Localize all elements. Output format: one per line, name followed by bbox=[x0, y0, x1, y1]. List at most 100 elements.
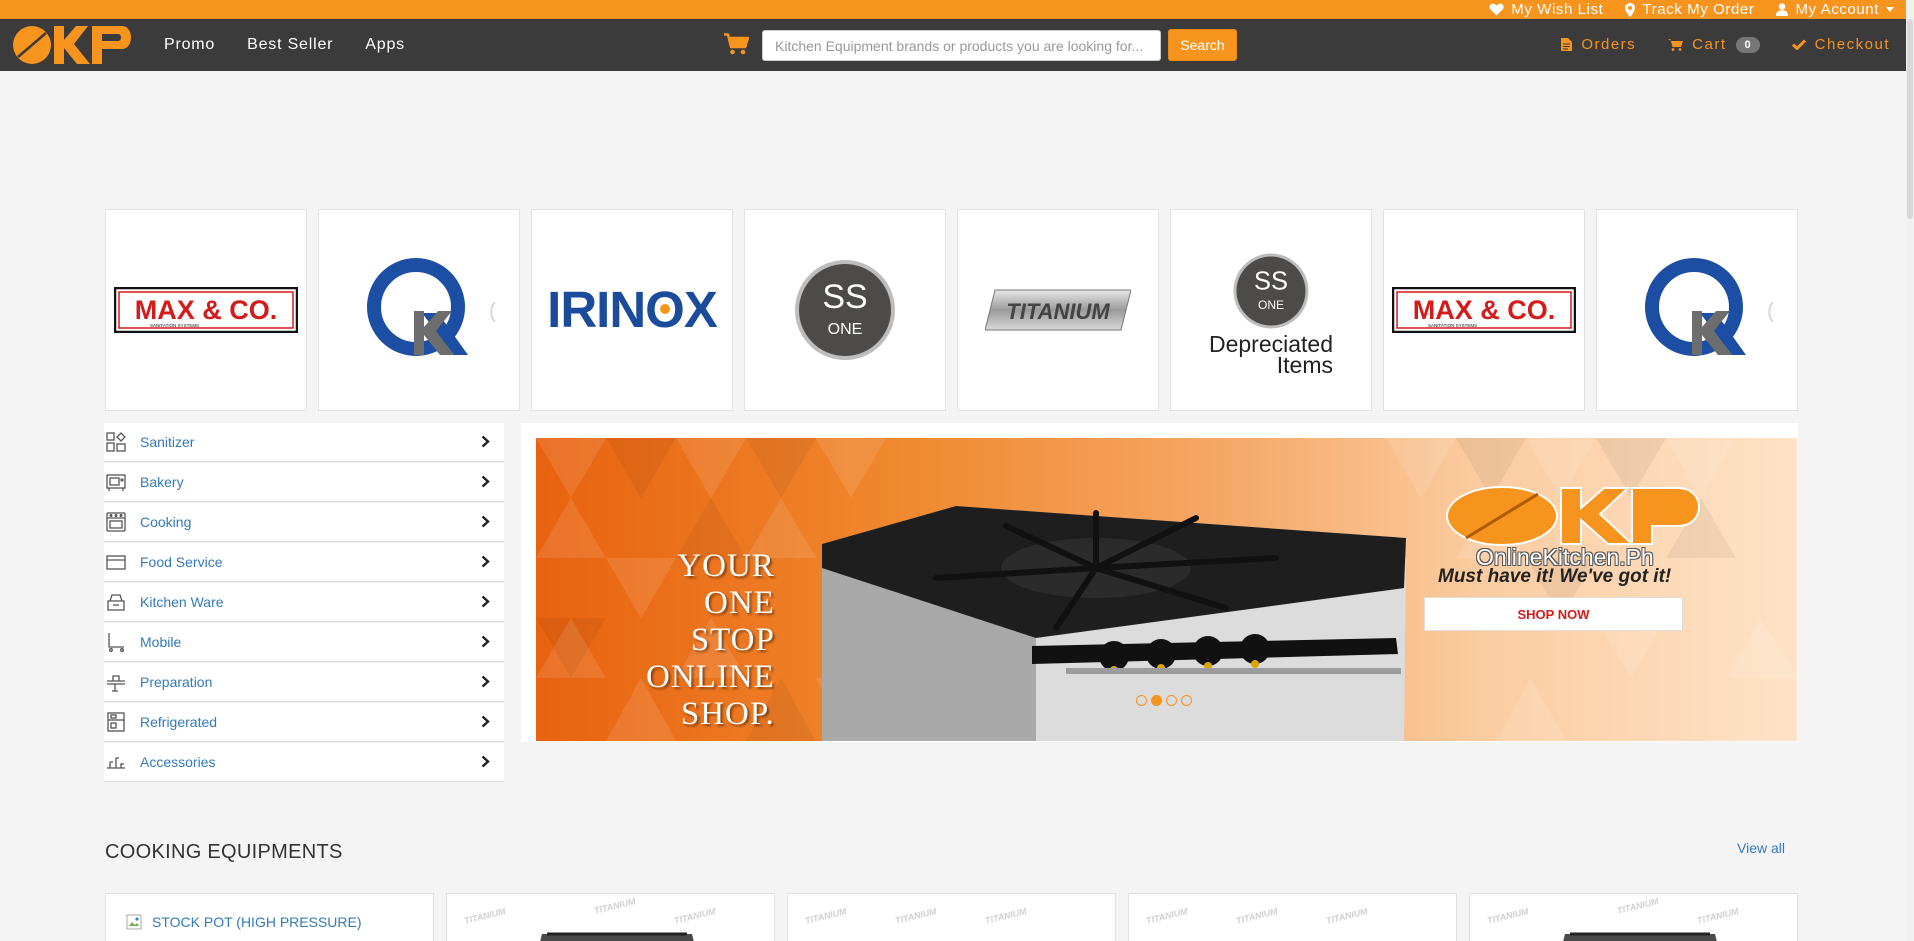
category-food-service[interactable]: Food Service bbox=[104, 542, 504, 582]
carousel-dot-active[interactable] bbox=[1151, 695, 1162, 706]
svg-text:ONE: ONE bbox=[1258, 298, 1284, 312]
okp-logo[interactable] bbox=[12, 25, 134, 65]
banner-okp-logo bbox=[1446, 486, 1700, 546]
file-icon bbox=[1561, 38, 1573, 51]
product-card[interactable]: TITANIUM TITANIUM TITANIUM bbox=[1128, 893, 1457, 941]
category-kitchen-ware[interactable]: Kitchen Ware bbox=[104, 582, 504, 622]
svg-text:SS: SS bbox=[1254, 268, 1288, 296]
max-co-logo: MAX & CO. SANITATION SYSTEMS bbox=[1392, 287, 1576, 333]
watermark-text: TITANIUM bbox=[1486, 906, 1530, 926]
product-card[interactable]: TITANIUM TITANIUM TITANIUM bbox=[1469, 893, 1798, 941]
nav-apps[interactable]: Apps bbox=[365, 36, 405, 54]
category-sanitizer[interactable]: Sanitizer bbox=[104, 422, 504, 462]
category-preparation[interactable]: Preparation bbox=[104, 662, 504, 702]
product-thumbnail: TITANIUM TITANIUM TITANIUM bbox=[463, 896, 717, 941]
titanium-logo: TITANIUM bbox=[985, 289, 1131, 331]
accessories-icon bbox=[107, 757, 125, 769]
category-label: Bakery bbox=[140, 474, 184, 490]
brand-tile-qk[interactable] bbox=[318, 209, 520, 411]
watermark-text: TITANIUM bbox=[593, 896, 637, 916]
heart-icon bbox=[1489, 3, 1504, 16]
category-bakery[interactable]: Bakery bbox=[104, 462, 504, 502]
page-scrollbar[interactable] bbox=[1906, 0, 1914, 941]
scrollbar-thumb[interactable] bbox=[1907, 19, 1913, 219]
search-button[interactable]: Search bbox=[1168, 29, 1237, 61]
brand-tile-irinox[interactable]: IRINOX bbox=[531, 209, 733, 411]
cart-link[interactable]: Cart 0 bbox=[1668, 36, 1760, 53]
search-input[interactable] bbox=[762, 30, 1161, 61]
view-all-link[interactable]: View all bbox=[1737, 840, 1785, 856]
category-accessories[interactable]: Accessories bbox=[104, 742, 504, 782]
chevron-right-icon bbox=[481, 715, 490, 728]
broken-image-placeholder: STOCK POT (HIGH PRESSURE) bbox=[126, 914, 362, 930]
brand-tile-qk-2[interactable] bbox=[1596, 209, 1798, 411]
qk-next-peek bbox=[490, 302, 495, 322]
kitchen-ware-icon bbox=[107, 594, 125, 611]
preparation-icon bbox=[107, 675, 125, 692]
watermark-text: TITANIUM bbox=[1696, 906, 1740, 926]
category-mobile[interactable]: Mobile bbox=[104, 622, 504, 662]
brand-tile-titanium[interactable]: TITANIUM bbox=[957, 209, 1159, 411]
food-service-icon bbox=[106, 555, 126, 570]
checkout-link[interactable]: Checkout bbox=[1791, 36, 1890, 53]
shopping-cart-icon[interactable] bbox=[724, 33, 749, 55]
watermark-text: TITANIUM bbox=[1325, 906, 1369, 926]
product-thumbnail: TITANIUM TITANIUM TITANIUM bbox=[804, 906, 1028, 926]
depreciated-tile-content: SS ONE Depreciated Items bbox=[1209, 252, 1333, 377]
top-links: My Wish List Track My Order My Account bbox=[1489, 1, 1894, 18]
product-row: STOCK POT (HIGH PRESSURE) TITANIUM TITAN… bbox=[105, 893, 1798, 941]
brand-tile-depreciated-items[interactable]: SS ONE Depreciated Items bbox=[1170, 209, 1372, 411]
brand-tile-ss-one[interactable]: SS ONE bbox=[744, 209, 946, 411]
my-account-label: My Account bbox=[1795, 1, 1879, 18]
ss-one-small-logo: SS ONE bbox=[1233, 253, 1309, 329]
brand-tile-max-co[interactable]: MAX & CO. SANITATION SYSTEMS bbox=[105, 209, 307, 411]
qk-logo bbox=[1645, 258, 1746, 356]
nav-promo[interactable]: Promo bbox=[164, 36, 215, 54]
shop-now-button[interactable]: SHOP NOW bbox=[1424, 597, 1683, 631]
my-account-link[interactable]: My Account bbox=[1776, 1, 1894, 18]
user-icon bbox=[1776, 3, 1789, 16]
bakery-icon bbox=[106, 474, 126, 491]
map-marker-icon bbox=[1625, 2, 1636, 17]
section-title: COOKING EQUIPMENTS bbox=[105, 841, 343, 863]
product-card[interactable]: STOCK POT (HIGH PRESSURE) bbox=[105, 893, 434, 941]
carousel-dot[interactable] bbox=[1181, 695, 1192, 706]
brand-carousel: MAX & CO. SANITATION SYSTEMS IRINOX SS O… bbox=[105, 209, 1798, 411]
orders-link[interactable]: Orders bbox=[1561, 36, 1636, 53]
category-label: Accessories bbox=[140, 754, 216, 770]
cooking-icon bbox=[106, 512, 126, 532]
carousel-dot[interactable] bbox=[1166, 695, 1177, 706]
category-cooking[interactable]: Cooking bbox=[104, 502, 504, 542]
nav-best-seller[interactable]: Best Seller bbox=[247, 36, 333, 54]
cart-label: Cart bbox=[1692, 36, 1727, 53]
mobile-icon bbox=[108, 633, 124, 652]
watermark-text: TITANIUM bbox=[1235, 906, 1279, 926]
brand-tile-max-co-2[interactable]: MAX & CO. SANITATION SYSTEMS bbox=[1383, 209, 1585, 411]
headline-line: ONLINE bbox=[646, 659, 775, 695]
product-card[interactable]: TITANIUM TITANIUM TITANIUM bbox=[446, 893, 775, 941]
track-order-link[interactable]: Track My Order bbox=[1625, 1, 1754, 18]
wish-list-label: My Wish List bbox=[1511, 1, 1604, 18]
orders-label: Orders bbox=[1581, 36, 1637, 53]
refrigerated-icon bbox=[107, 712, 125, 732]
checkout-label: Checkout bbox=[1814, 36, 1890, 53]
category-label: Refrigerated bbox=[140, 714, 218, 730]
headline-line: YOUR bbox=[677, 548, 775, 584]
wish-list-link[interactable]: My Wish List bbox=[1489, 1, 1603, 18]
carousel-indicators bbox=[1136, 695, 1192, 706]
product-thumbnail: TITANIUM TITANIUM TITANIUM bbox=[1145, 906, 1369, 926]
category-label: Kitchen Ware bbox=[140, 594, 224, 610]
watermark-text: TITANIUM bbox=[894, 906, 938, 926]
chevron-right-icon bbox=[481, 555, 490, 568]
qk-logo bbox=[367, 258, 468, 356]
product-thumbnail: TITANIUM TITANIUM TITANIUM bbox=[1486, 896, 1740, 941]
qk-next-peek bbox=[1768, 302, 1773, 322]
ss-one-wordmark: SS bbox=[822, 278, 867, 316]
check-icon bbox=[1791, 39, 1806, 50]
main-navbar: Promo Best Seller Apps Search Orders Car… bbox=[0, 19, 1914, 71]
watermark-text: TITANIUM bbox=[1145, 906, 1189, 926]
max-co-subtitle: SANITATION SYSTEMS bbox=[150, 323, 199, 328]
carousel-dot[interactable] bbox=[1136, 695, 1147, 706]
category-refrigerated[interactable]: Refrigerated bbox=[104, 702, 504, 742]
product-card[interactable]: TITANIUM TITANIUM TITANIUM bbox=[787, 893, 1116, 941]
